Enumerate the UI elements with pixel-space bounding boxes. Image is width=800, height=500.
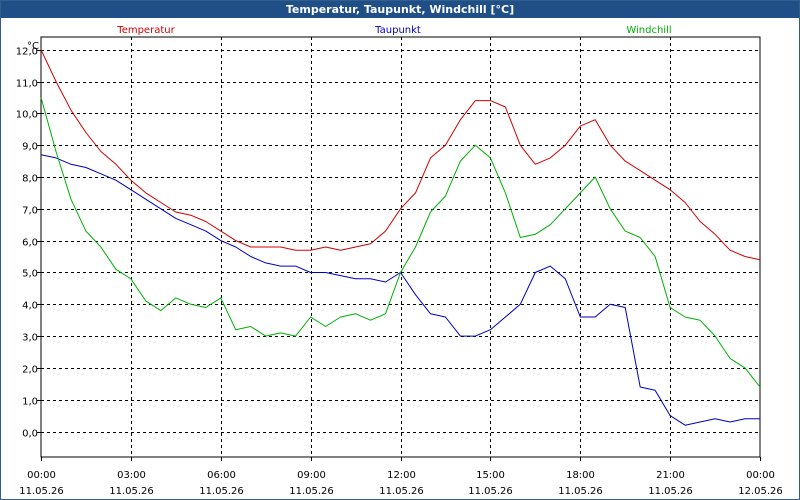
y-tick-label: 4,0 xyxy=(22,301,38,312)
x-tick-time: 18:00 xyxy=(566,470,595,481)
x-tick-date: 11.05.26 xyxy=(648,486,693,497)
x-tick-time: 09:00 xyxy=(297,470,326,481)
x-tick-date: 11.05.26 xyxy=(468,486,513,497)
y-tick-label: 6,0 xyxy=(22,238,38,249)
y-tick-label: 10,0 xyxy=(16,110,38,121)
y-tick-label: 11,0 xyxy=(16,79,38,90)
x-tick-date: 11.05.26 xyxy=(109,486,154,497)
x-tick-time: 12:00 xyxy=(387,470,416,481)
x-tick-time: 00:00 xyxy=(746,470,775,481)
y-tick-label: 2,0 xyxy=(22,365,38,376)
y-tick-label: 8,0 xyxy=(22,174,38,185)
legend-temperatur: Temperatur xyxy=(116,25,175,36)
y-tick-label: 5,0 xyxy=(22,269,38,280)
legend-taupunkt: Taupunkt xyxy=(374,25,421,36)
chart-window: Temperatur, Taupunkt, Windchill [°C] 12,… xyxy=(0,0,800,500)
window-title: Temperatur, Taupunkt, Windchill [°C] xyxy=(1,1,799,18)
x-tick-time: 21:00 xyxy=(656,470,685,481)
x-tick-date: 11.05.26 xyxy=(558,486,603,497)
legend-windchill: Windchill xyxy=(626,25,671,36)
x-tick-date: 11.05.26 xyxy=(199,486,244,497)
x-tick-time: 15:00 xyxy=(476,470,505,481)
plot-area xyxy=(40,36,761,458)
x-tick-time: 06:00 xyxy=(207,470,236,481)
y-tick-label: 0,0 xyxy=(22,429,38,440)
y-axis-unit: °C xyxy=(27,41,39,52)
x-tick-time: 03:00 xyxy=(117,470,146,481)
y-tick-label: 3,0 xyxy=(22,333,38,344)
x-tick-time: 00:00 xyxy=(27,470,56,481)
x-tick-date: 12.05.26 xyxy=(738,486,783,497)
y-tick-label: 1,0 xyxy=(22,397,38,408)
x-tick-date: 11.05.26 xyxy=(289,486,334,497)
chart-svg: 12,011,010,09,08,07,06,05,04,03,02,01,00… xyxy=(16,25,783,497)
y-tick-label: 9,0 xyxy=(22,142,38,153)
x-tick-date: 11.05.26 xyxy=(19,486,64,497)
y-tick-label: 7,0 xyxy=(22,206,38,217)
x-tick-date: 11.05.26 xyxy=(379,486,424,497)
